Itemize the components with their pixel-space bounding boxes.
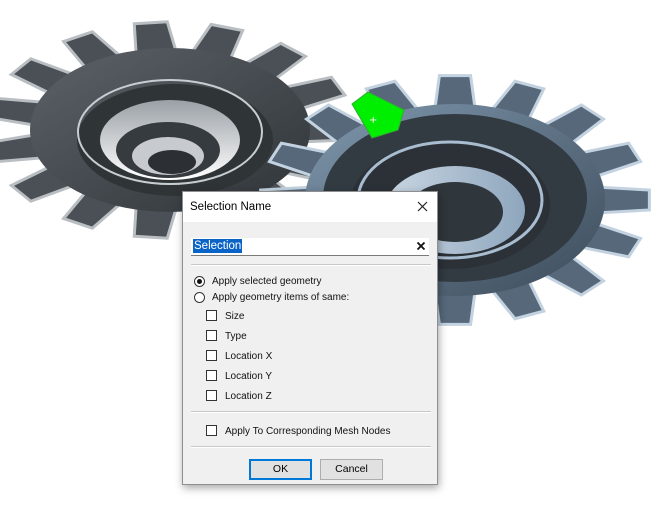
dialog-titlebar[interactable]: Selection Name [183, 192, 437, 222]
checkbox-type-label[interactable]: Type [225, 331, 247, 342]
checkbox-size[interactable] [206, 310, 217, 321]
checkbox-mesh-nodes-label[interactable]: Apply To Corresponding Mesh Nodes [225, 426, 390, 437]
checkbox-location-x[interactable] [206, 350, 217, 361]
checkbox-location-y-label[interactable]: Location Y [225, 371, 272, 382]
radio-apply-selected[interactable] [194, 276, 205, 287]
separator [191, 264, 431, 266]
gear-tooth [433, 74, 477, 111]
checkbox-mesh-nodes[interactable] [206, 425, 217, 436]
checkbox-type[interactable] [206, 330, 217, 341]
checkbox-location-x-label[interactable]: Location X [225, 351, 272, 362]
separator [191, 411, 431, 413]
checkbox-location-y[interactable] [206, 370, 217, 381]
checkbox-size-label[interactable]: Size [225, 311, 244, 322]
clear-icon[interactable] [415, 240, 427, 252]
ok-button[interactable]: OK [249, 459, 312, 480]
selection-name-dialog: Selection Name Selection Apply selected … [182, 191, 438, 485]
selection-name-input[interactable]: Selection [191, 238, 429, 256]
radio-apply-selected-label[interactable]: Apply selected geometry [212, 276, 322, 287]
selection-name-value[interactable]: Selection [193, 239, 243, 253]
radio-apply-same-label[interactable]: Apply geometry items of same: [212, 292, 349, 303]
dialog-title: Selection Name [190, 201, 272, 213]
checkbox-location-z-label[interactable]: Location Z [225, 391, 272, 402]
separator [191, 446, 431, 448]
gear-tooth [596, 185, 651, 215]
close-icon [417, 201, 427, 211]
checkbox-location-z[interactable] [206, 390, 217, 401]
gear-tooth [433, 289, 477, 326]
close-button[interactable] [409, 194, 435, 218]
radio-apply-same[interactable] [194, 292, 205, 303]
cancel-button[interactable]: Cancel [320, 459, 383, 480]
cursor-crosshair-icon: + [369, 115, 377, 126]
